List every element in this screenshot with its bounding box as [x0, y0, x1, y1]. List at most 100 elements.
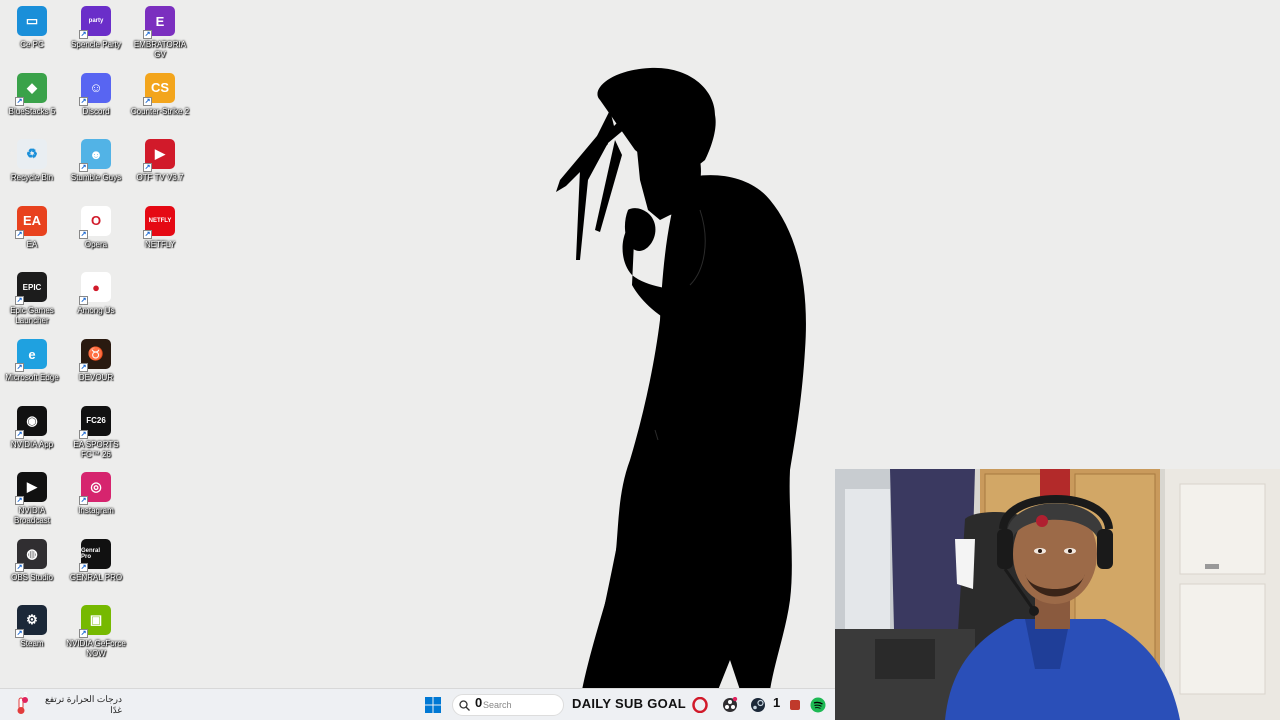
desktop-shortcut-opera[interactable]: O ↗ Opera — [64, 202, 128, 266]
desktop-shortcut-label: NVIDIA GeForce NOW — [66, 639, 126, 659]
icon-glyph: FC26 — [86, 416, 106, 426]
desktop-shortcut-nvidia-broadcast[interactable]: ▶ ↗ NVIDIA Broadcast — [0, 468, 64, 532]
desktop-shortcut-discord[interactable]: ☺ ↗ Discord — [64, 69, 128, 133]
icon-glyph: ♻ — [26, 146, 38, 162]
shortcut-arrow-icon: ↗ — [79, 429, 88, 439]
desktop-shortcut-label: OBS Studio — [11, 572, 53, 582]
shortcut-arrow-icon: ↗ — [15, 96, 24, 106]
steam-taskbar-icon[interactable] — [750, 697, 766, 713]
steam-icon: ⚙ ↗ — [15, 605, 47, 639]
icon-glyph: ▣ — [89, 612, 103, 628]
obs-taskbar-icon[interactable] — [722, 697, 738, 713]
shortcut-arrow-icon: ↗ — [15, 496, 24, 506]
icon-glyph: ▭ — [25, 13, 39, 28]
weather-widget[interactable]: 2 درجات الحرارة ترتفع غدًا — [12, 692, 122, 718]
desktop-shortcut-label: NVIDIA App — [10, 439, 54, 449]
desktop-shortcut-netfly[interactable]: NETFLY ↗ NETFLY — [128, 202, 192, 266]
desktop-shortcut-label: Opera — [84, 239, 108, 249]
epic-games-icon: EPIC ↗ — [15, 272, 47, 306]
desktop-shortcut-label: OTF TV V3.7 — [136, 173, 184, 183]
icon-glyph: ▶ — [155, 146, 165, 162]
icon-glyph: ♉ — [87, 346, 105, 361]
weather-subtext: غدًا — [110, 705, 122, 715]
shortcut-arrow-icon: ↗ — [15, 429, 24, 439]
desktop-shortcut-nvidia-app[interactable]: ◉ ↗ NVIDIA App — [0, 402, 64, 466]
devour-icon: ♉ ↗ — [79, 339, 111, 372]
desktop-shortcut-computer[interactable]: ▭ Ce PC — [0, 2, 64, 66]
shortcut-arrow-icon: ↗ — [143, 163, 152, 173]
desktop-shortcut-genral-pro[interactable]: Genral Pro ↗ GENRAL PRO — [64, 535, 128, 599]
desktop-shortcut-label: Counter-Strike 2 — [130, 106, 190, 116]
webcam-overlay — [835, 469, 1280, 720]
shortcut-arrow-icon: ↗ — [143, 229, 152, 239]
opera-icon: O ↗ — [79, 205, 111, 239]
spotify-taskbar-icon[interactable] — [810, 697, 826, 713]
desktop-shortcut-edge[interactable]: e ↗ Microsoft Edge — [0, 335, 64, 399]
wallpaper-silhouette — [556, 67, 806, 690]
desktop-shortcut-instagram[interactable]: ◎ ↗ Instagram — [64, 468, 128, 532]
desktop-shortcut-label: EA — [26, 239, 38, 249]
desktop-shortcut-label: Spencle Party — [71, 40, 121, 49]
icon-glyph: ◍ — [26, 545, 38, 561]
desktop-icon-grid: ▭ Ce PC party ↗ Spencle Party E ↗ EMBRATORIA GV… — [0, 0, 200, 680]
icon-glyph: party — [88, 18, 104, 24]
otf-tv-icon: ▶ ↗ — [143, 139, 175, 173]
desktop-shortcut-label: Stumble Guys — [70, 173, 122, 183]
desktop-shortcut-ea[interactable]: EA ↗ EA — [0, 202, 64, 266]
shortcut-arrow-icon: ↗ — [15, 562, 24, 572]
stumble-guys-icon: ☻ ↗ — [79, 139, 111, 173]
desktop-shortcut-otf-tv[interactable]: ▶ ↗ OTF TV V3.7 — [128, 135, 192, 199]
desktop-shortcut-among-us[interactable]: ● ↗ Among Us — [64, 268, 128, 332]
shortcut-arrow-icon: ↗ — [143, 96, 152, 106]
desktop-shortcut-obs-studio[interactable]: ◍ ↗ OBS Studio — [0, 535, 64, 599]
desktop-shortcut-geforce-now[interactable]: ▣ ↗ NVIDIA GeForce NOW — [64, 601, 128, 665]
icon-glyph: ◎ — [90, 479, 102, 495]
desktop-shortcut-epic-games[interactable]: EPIC ↗ Epic Games Launcher — [0, 268, 64, 332]
shortcut-arrow-icon: ↗ — [15, 629, 24, 639]
search-icon — [459, 700, 470, 711]
app-taskbar-icon[interactable] — [787, 697, 803, 713]
icon-glyph: ▶ — [27, 479, 37, 495]
desktop-shortcut-label: Ce PC — [20, 40, 44, 49]
desktop-shortcut-steam[interactable]: ⚙ ↗ Steam — [0, 601, 64, 665]
shortcut-arrow-icon: ↗ — [79, 562, 88, 572]
icon-glyph: CS — [150, 80, 170, 96]
icon-glyph: NETFLY — [148, 217, 172, 224]
shortcut-arrow-icon: ↗ — [15, 296, 24, 306]
desktop-shortcut-bluestacks[interactable]: ◆ ↗ BlueStacks 5 — [0, 69, 64, 133]
notification-badge: 2 — [23, 692, 28, 699]
taskbar-search-box[interactable]: Search — [452, 694, 564, 716]
shortcut-arrow-icon: ↗ — [79, 229, 88, 239]
shortcut-arrow-icon: ↗ — [15, 229, 24, 239]
icon-glyph: ⚙ — [26, 612, 38, 628]
taskbar: 2 درجات الحرارة ترتفع غدًا Search 0 DAIL… — [0, 688, 835, 720]
opera-taskbar-icon[interactable] — [692, 697, 708, 713]
shortcut-arrow-icon: ↗ — [79, 96, 88, 106]
shortcut-arrow-icon: ↗ — [79, 296, 88, 306]
nvidia-app-icon: ◉ ↗ — [15, 405, 47, 439]
desktop-shortcut-stumble-guys[interactable]: ☻ ↗ Stumble Guys — [64, 135, 128, 199]
computer-icon: ▭ — [17, 6, 47, 36]
desktop-shortcut-devour[interactable]: ♉ ↗ DEVOUR — [64, 335, 128, 399]
desktop-shortcut-spencle-party[interactable]: party ↗ Spencle Party — [64, 2, 128, 66]
sub-goal-target: 1 — [773, 695, 781, 710]
shortcut-arrow-icon: ↗ — [143, 30, 152, 39]
windows-start-button[interactable] — [425, 697, 441, 713]
discord-icon: ☺ ↗ — [79, 72, 111, 106]
desktop-shortcut-counter-strike[interactable]: CS ↗ Counter-Strike 2 — [128, 69, 192, 133]
nvidia-broadcast-icon: ▶ ↗ — [15, 472, 47, 506]
webcam-feed — [835, 469, 1280, 720]
thermometer-icon — [17, 697, 28, 714]
edge-icon: e ↗ — [15, 339, 47, 372]
shortcut-arrow-icon: ↗ — [15, 363, 24, 372]
icon-glyph: O — [90, 213, 102, 229]
desktop-shortcut-recycle-bin[interactable]: ♻ Recycle Bin — [0, 135, 64, 199]
desktop-shortcut-label: DEVOUR — [78, 373, 114, 382]
obs-studio-icon: ◍ ↗ — [15, 538, 47, 572]
weather-headline: درجات الحرارة ترتفع — [44, 694, 122, 704]
desktop-shortcut-embratoria[interactable]: E ↗ EMBRATORIA GV — [128, 2, 192, 66]
desktop-shortcut-label: EMBRATORIA GV — [133, 40, 187, 59]
genral-pro-icon: Genral Pro ↗ — [79, 538, 111, 572]
bluestacks-icon: ◆ ↗ — [15, 72, 47, 106]
desktop-shortcut-ea-sports-fc[interactable]: FC26 ↗ EA SPORTS FC™ 26 — [64, 402, 128, 466]
